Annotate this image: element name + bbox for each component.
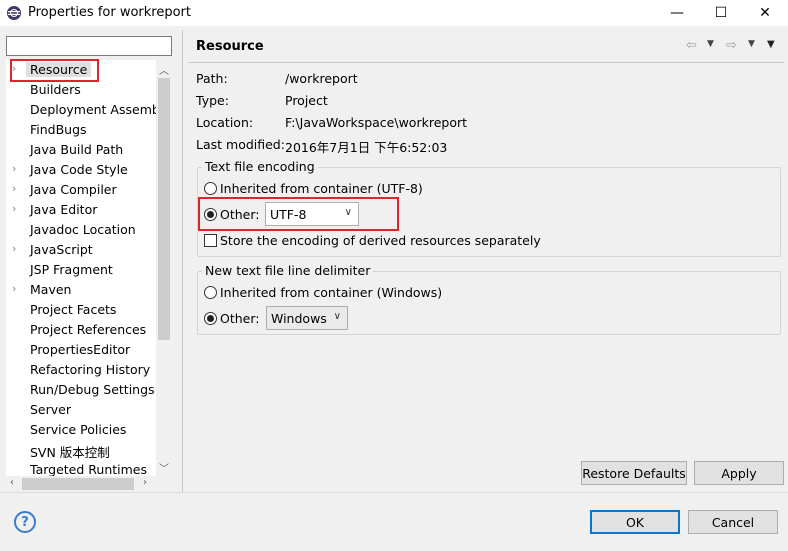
sidebar-item-label: Run/Debug Settings <box>30 382 155 397</box>
line-delimiter-group-title: New text file line delimiter <box>202 263 374 278</box>
back-menu-icon[interactable]: ▼ <box>707 39 714 49</box>
sidebar-item[interactable]: Run/Debug Settings <box>6 380 156 400</box>
sidebar-item-label: SVN 版本控制 <box>30 445 110 460</box>
sidebar-item[interactable]: JSP Fragment <box>6 260 156 280</box>
back-arrow-icon[interactable]: ⇦ <box>686 38 697 53</box>
sidebar-item[interactable]: Refactoring History <box>6 360 156 380</box>
sidebar-item-label: Maven <box>30 282 72 297</box>
tree-horizontal-scroll-thumb[interactable] <box>22 478 134 490</box>
sidebar-item-label: Deployment Assembly <box>30 102 171 117</box>
scroll-down-icon[interactable]: ﹀ <box>159 460 169 475</box>
sidebar-item-label: Project References <box>30 322 147 337</box>
sidebar-item[interactable]: › Java Editor <box>6 200 156 220</box>
path-value: /workreport <box>285 71 358 86</box>
maximize-button[interactable]: ☐ <box>700 0 742 26</box>
sidebar-item-label: Service Policies <box>30 422 127 437</box>
sidebar-item[interactable]: › Java Compiler <box>6 180 156 200</box>
path-label: Path: <box>196 71 228 86</box>
sidebar-item-label: FindBugs <box>30 122 87 137</box>
scroll-right-icon[interactable]: › <box>143 477 147 488</box>
chevron-right-icon[interactable]: › <box>12 182 22 195</box>
chevron-right-icon[interactable]: › <box>12 282 22 295</box>
scroll-left-icon[interactable]: ‹ <box>10 477 14 488</box>
property-page-tree: › Resource Builders Deployment Assembly Find… <box>6 60 172 476</box>
filter-input[interactable] <box>6 36 172 56</box>
restore-defaults-button[interactable]: Restore Defaults <box>581 461 687 485</box>
cancel-button[interactable]: Cancel <box>688 510 778 534</box>
sidebar-item-label: JavaScript <box>30 242 93 257</box>
encoding-highlight-box <box>198 197 399 231</box>
close-button[interactable]: ✕ <box>744 0 786 26</box>
sidebar-item-label: Project Facets <box>30 302 117 317</box>
page-title: Resource <box>196 39 264 54</box>
sidebar-item[interactable]: Project Facets <box>6 300 156 320</box>
window-title: Properties for workreport <box>28 5 192 20</box>
ok-button[interactable]: OK <box>590 510 680 534</box>
delimiter-other-label[interactable]: Other: <box>220 311 259 326</box>
forward-arrow-icon[interactable]: ⇨ <box>726 38 737 53</box>
header-separator <box>188 62 784 63</box>
tree-vertical-scroll-thumb[interactable] <box>158 78 170 340</box>
chevron-right-icon[interactable]: › <box>12 242 22 255</box>
sidebar-item-label: Javadoc Location <box>30 222 136 237</box>
sidebar-item[interactable]: Deployment Assembly <box>6 100 171 120</box>
sidebar-item[interactable]: Javadoc Location <box>6 220 156 240</box>
sidebar-item-label: Server <box>30 402 71 417</box>
sidebar-item[interactable]: Service Policies <box>6 420 156 440</box>
last-modified-label: Last modified: <box>196 137 285 152</box>
scroll-up-icon[interactable]: ︿ <box>159 62 169 77</box>
delimiter-inherited-label[interactable]: Inherited from container (Windows) <box>220 285 442 300</box>
sidebar-item[interactable]: › JavaScript <box>6 240 156 260</box>
view-menu-icon[interactable]: ▼ <box>767 39 775 50</box>
delimiter-other-radio[interactable] <box>204 312 217 325</box>
encoding-inherited-radio[interactable] <box>204 182 217 195</box>
minimize-button[interactable]: — <box>656 0 698 26</box>
sidebar-item-label: Targeted Runtimes <box>30 462 147 476</box>
chevron-down-icon: ∨ <box>333 311 341 322</box>
sidebar-item[interactable]: Builders <box>6 80 156 100</box>
sidebar-item[interactable]: Targeted Runtimes <box>6 460 156 476</box>
location-value: F:\JavaWorkspace\workreport <box>285 115 468 130</box>
sidebar-item[interactable]: › Maven <box>6 280 156 300</box>
forward-menu-icon[interactable]: ▼ <box>748 39 755 49</box>
delimiter-inherited-radio[interactable] <box>204 286 217 299</box>
panel-sash[interactable] <box>182 30 183 492</box>
delimiter-select-value: Windows <box>271 311 327 326</box>
sidebar-item[interactable]: SVN 版本控制 <box>6 440 156 460</box>
sidebar-item-label: PropertiesEditor <box>30 342 131 357</box>
resource-highlight-box <box>10 59 99 82</box>
sidebar-item[interactable]: › Java Code Style <box>6 160 156 180</box>
apply-button[interactable]: Apply <box>694 461 784 485</box>
eclipse-app-icon <box>7 6 21 20</box>
derived-encoding-label[interactable]: Store the encoding of derived resources … <box>220 233 541 248</box>
last-modified-value: 2016年7月1日 下午6:52:03 <box>285 140 448 155</box>
sidebar-item-label: Builders <box>30 82 81 97</box>
sidebar-item-label: Java Editor <box>30 202 98 217</box>
sidebar-item-label: Refactoring History <box>30 362 151 377</box>
sidebar-item-label: Java Code Style <box>30 162 128 177</box>
sidebar-item[interactable]: FindBugs <box>6 120 156 140</box>
derived-encoding-checkbox[interactable] <box>204 234 217 247</box>
encoding-inherited-label[interactable]: Inherited from container (UTF-8) <box>220 181 423 196</box>
sidebar-item-label: Java Compiler <box>30 182 117 197</box>
chevron-right-icon[interactable]: › <box>12 162 22 175</box>
delimiter-select[interactable]: Windows ∨ <box>266 306 348 330</box>
sidebar-item-label: Java Build Path <box>30 142 124 157</box>
location-label: Location: <box>196 115 254 130</box>
type-value: Project <box>285 93 328 108</box>
sidebar-item[interactable]: Java Build Path <box>6 140 156 160</box>
sidebar-item[interactable]: Server <box>6 400 156 420</box>
sidebar-item[interactable]: Project References <box>6 320 156 340</box>
sidebar-item[interactable]: PropertiesEditor <box>6 340 156 360</box>
type-label: Type: <box>196 93 229 108</box>
text-encoding-group-title: Text file encoding <box>202 159 318 174</box>
sidebar-item-label: JSP Fragment <box>30 262 113 277</box>
footer-separator <box>0 492 788 493</box>
help-icon[interactable]: ? <box>14 511 36 533</box>
chevron-right-icon[interactable]: › <box>12 202 22 215</box>
